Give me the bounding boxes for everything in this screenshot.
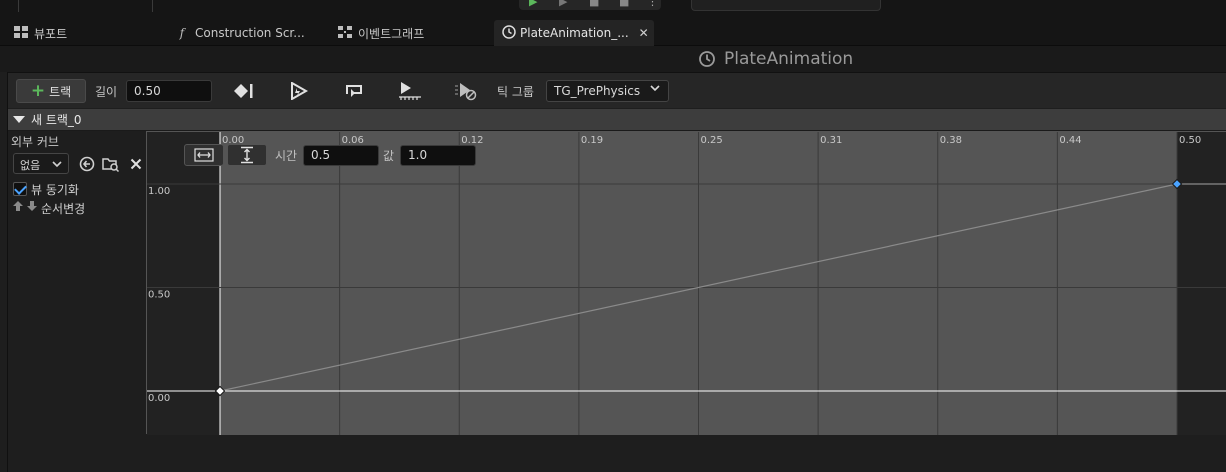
y-tick-label: 1.00: [148, 186, 170, 197]
track-header[interactable]: 새 트랙_0: [8, 109, 1226, 131]
y-tick-label: 0.50: [148, 290, 170, 301]
title-text: PlateAnimation: [724, 49, 854, 69]
timeline-title-bar: PlateAnimation: [0, 46, 1226, 72]
reorder-arrows-icon[interactable]: [12, 200, 38, 215]
external-curve-value: 없음: [20, 159, 41, 172]
fit-horizontal-icon: [194, 148, 214, 162]
autoplay-icon[interactable]: [287, 80, 311, 102]
toolbar-separator: [152, 0, 153, 12]
use-selected-curve-icon[interactable]: [77, 154, 97, 174]
top-toolbar: ▶ ▶ ■ ■ ⋮: [0, 0, 1226, 14]
tab-label: 뷰포트: [34, 26, 68, 41]
key-value-input[interactable]: 1.0: [400, 145, 476, 166]
track-properties: 외부 커브 없음 뷰 동기화 순서변경: [8, 132, 147, 472]
close-icon[interactable]: ✕: [639, 26, 649, 40]
play-controls: ▶ ▶ ■ ■ ⋮: [519, 0, 661, 10]
tab-bar: 뷰포트 f Construction Scr... 이벤트그래프 PlateAn…: [0, 20, 1226, 46]
timeline-toolbar: + 트랙 길이 0.50 틱 그룹 TG_PrePhysics: [8, 72, 1226, 108]
more-options-icon[interactable]: ⋮: [647, 0, 658, 8]
x-tick-label: 0.50: [1179, 135, 1201, 146]
x-tick-label: 0.44: [1059, 135, 1081, 146]
collapse-triangle-icon[interactable]: [13, 116, 25, 123]
external-curve-combo[interactable]: 없음: [13, 153, 69, 174]
viewport-icon: [12, 25, 30, 41]
event-graph-icon: [336, 25, 354, 41]
y-tick-label: 0.00: [148, 393, 170, 404]
eject-icon[interactable]: ■: [619, 0, 629, 8]
clear-curve-icon[interactable]: [126, 154, 146, 174]
x-tick-label: 0.25: [701, 135, 723, 146]
plus-icon: +: [30, 80, 46, 101]
sync-view-checkbox[interactable]: [13, 182, 27, 196]
curve-editor[interactable]: 0.00 0.06 0.12 0.19 0.25 0.31 0.38 0.44 0.50 1.00…: [146, 131, 1226, 435]
toolbar-separator: [18, 0, 19, 12]
tick-group-value: TG_PrePhysics: [554, 84, 641, 98]
x-tick-label: 0.38: [940, 135, 962, 146]
tab-plate-animation[interactable]: PlateAnimation_... ✕: [494, 20, 654, 46]
chevron-down-icon: [52, 161, 62, 168]
debug-filter-combo[interactable]: [691, 0, 881, 11]
track-name: 새 트랙_0: [31, 113, 82, 127]
fit-vertical-icon: [241, 146, 253, 164]
page-title: PlateAnimation: [698, 49, 853, 69]
fit-vertical-button[interactable]: [227, 144, 267, 166]
tab-label: Construction Scr...: [195, 26, 305, 40]
tick-group-dropdown[interactable]: TG_PrePhysics: [546, 80, 669, 102]
tab-event-graph[interactable]: 이벤트그래프: [336, 20, 424, 46]
browse-curve-icon[interactable]: [101, 154, 121, 174]
x-tick-label: 0.19: [581, 135, 603, 146]
use-last-keyframe-icon[interactable]: [232, 80, 256, 102]
chevron-down-icon: [650, 84, 660, 95]
key-time-label: 시간: [275, 149, 298, 163]
tab-label: 이벤트그래프: [358, 26, 425, 41]
curve-graph[interactable]: 0.00 0.06 0.12 0.19 0.25 0.31 0.38 0.44 0.501.00…: [147, 132, 1226, 435]
sync-view-label: 뷰 동기화: [31, 183, 79, 197]
reorder-label: 순서변경: [41, 202, 86, 216]
pre-range-region: [147, 132, 220, 435]
stop-icon[interactable]: ■: [589, 0, 599, 8]
play-icon[interactable]: ▶: [529, 0, 537, 8]
step-icon[interactable]: ▶: [559, 0, 567, 8]
left-dock-edge: [0, 72, 8, 472]
timeline-editor-window: ▶ ▶ ■ ■ ⋮ 뷰포트 f Construction Scr... 이벤트그…: [0, 0, 1226, 472]
x-tick-label: 0.31: [820, 135, 842, 146]
tab-viewport[interactable]: 뷰포트: [12, 20, 67, 46]
clock-icon: [502, 24, 516, 42]
ignore-time-dilation-icon[interactable]: [454, 80, 478, 102]
tab-label: PlateAnimation_...: [520, 26, 629, 40]
post-range-region: [1177, 132, 1226, 435]
length-label: 길이: [95, 85, 118, 99]
tick-group-label: 틱 그룹: [497, 85, 534, 99]
external-curve-label: 외부 커브: [11, 135, 59, 149]
loop-icon[interactable]: [342, 80, 366, 102]
replicated-icon[interactable]: [398, 80, 422, 102]
length-input[interactable]: 0.50: [126, 80, 212, 102]
key-time-input[interactable]: 0.5: [303, 145, 379, 166]
fit-horizontal-button[interactable]: [184, 144, 224, 166]
function-icon: f: [179, 26, 185, 40]
add-track-button[interactable]: + 트랙: [16, 79, 86, 103]
tab-construction-script[interactable]: f Construction Scr...: [173, 20, 305, 46]
add-track-label: 트랙: [49, 84, 72, 99]
clock-icon: [699, 51, 715, 67]
key-value-label: 값: [383, 149, 395, 163]
